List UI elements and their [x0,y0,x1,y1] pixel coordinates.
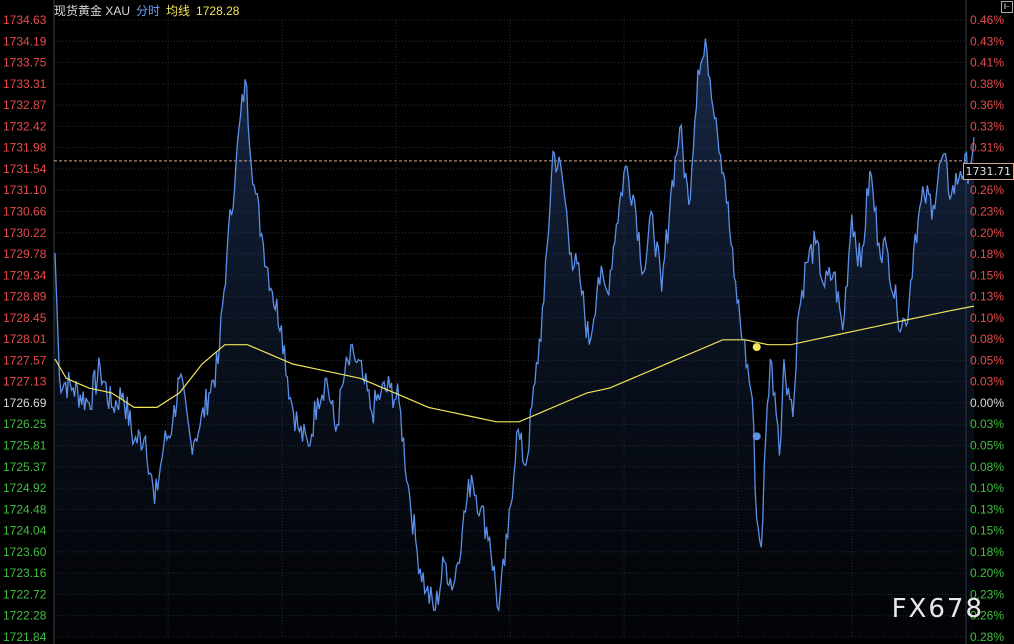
avg-marker [752,343,761,352]
percent-tick-label: 0.20% [970,566,1004,580]
price-tick-label: 1728.89 [3,290,47,304]
percent-tick-label: 0.03% [970,417,1004,431]
percent-tick-label: 0.13% [970,502,1004,516]
price-tick-label: 1723.16 [3,566,47,580]
percent-tick-label: 0.05% [970,439,1004,453]
price-tick-label: 1721.84 [3,630,47,644]
percent-tick-label: 0.38% [970,77,1004,91]
price-tick-label: 1731.54 [3,162,47,176]
intraday-chart-svg[interactable]: 1734.63 1734.19 1733.75 1733.31 1732.87 1732.… [0,0,1014,644]
percent-tick-label: 0.15% [970,524,1004,538]
percent-tick-label: 0.13% [970,290,1004,304]
percent-tick-label: 0.33% [970,119,1004,133]
price-tick-label: 1733.75 [3,56,47,70]
percent-tick-label: 0.23% [970,204,1004,218]
percent-tick-label: 0.18% [970,247,1004,261]
percent-tick-label: 0.18% [970,545,1004,559]
price-tick-label: 1734.63 [3,13,47,27]
percent-tick-label: 0.00% [970,396,1004,410]
expand-icon[interactable]: ⊩ [1001,1,1013,13]
percent-tick-label: 0.43% [970,34,1004,48]
price-tick-label: 1727.13 [3,375,47,389]
price-tick-label: 1724.04 [3,524,47,538]
watermark: FX678 [891,594,984,624]
percent-tick-label: 0.08% [970,332,1004,346]
percent-tick-label: 0.08% [970,460,1004,474]
percent-tick-label: 0.15% [970,268,1004,282]
percent-tick-label: 0.20% [970,226,1004,240]
percent-tick-label: 0.28% [970,630,1004,644]
price-tick-label: 1725.81 [3,439,47,453]
price-tick-label: 1726.69 [3,396,47,410]
price-tick-label: 1728.01 [3,332,47,346]
price-tick-label: 1730.66 [3,204,47,218]
price-tick-label: 1725.37 [3,460,47,474]
price-tick-label: 1722.28 [3,609,47,623]
price-tick-label: 1728.45 [3,311,47,325]
price-tick-label: 1729.34 [3,268,47,282]
chart-header: 现货黄金 XAU 分时 均线 1728.28 [54,2,245,19]
percent-tick-label: 0.46% [970,13,1004,27]
price-tick-label: 1724.92 [3,481,47,495]
price-tick-label: 1730.22 [3,226,47,240]
percent-tick-label: 0.03% [970,375,1004,389]
percent-tick-label: 0.41% [970,56,1004,70]
avg-label: 均线 [166,4,191,18]
chart: 1734.63 1734.19 1733.75 1733.31 1732.87 1732.… [0,0,1014,644]
tab-intraday[interactable]: 分时 [136,4,160,18]
avg-value: 1728.28 [196,4,240,18]
percent-tick-label: 0.36% [970,98,1004,112]
percent-tick-label: 0.10% [970,311,1004,325]
current-price-box: 1731.71 [962,163,1014,180]
price-tick-label: 1723.60 [3,545,47,559]
percent-tick-label: 0.26% [970,183,1004,197]
price-tick-label: 1731.10 [3,183,47,197]
price-tick-label: 1732.42 [3,119,47,133]
percent-tick-label: 0.31% [970,141,1004,155]
percent-tick-label: 0.10% [970,481,1004,495]
price-tick-label: 1731.98 [3,141,47,155]
symbol-label: 现货黄金 XAU [54,4,131,18]
percent-tick-label: 0.05% [970,353,1004,367]
price-tick-label: 1724.48 [3,502,47,516]
price-tick-label: 1733.31 [3,77,47,91]
price-marker [752,432,761,441]
price-tick-label: 1729.78 [3,247,47,261]
price-tick-label: 1732.87 [3,98,47,112]
price-tick-label: 1734.19 [3,34,47,48]
price-tick-label: 1726.25 [3,417,47,431]
price-tick-label: 1722.72 [3,587,47,601]
price-tick-label: 1727.57 [3,353,47,367]
